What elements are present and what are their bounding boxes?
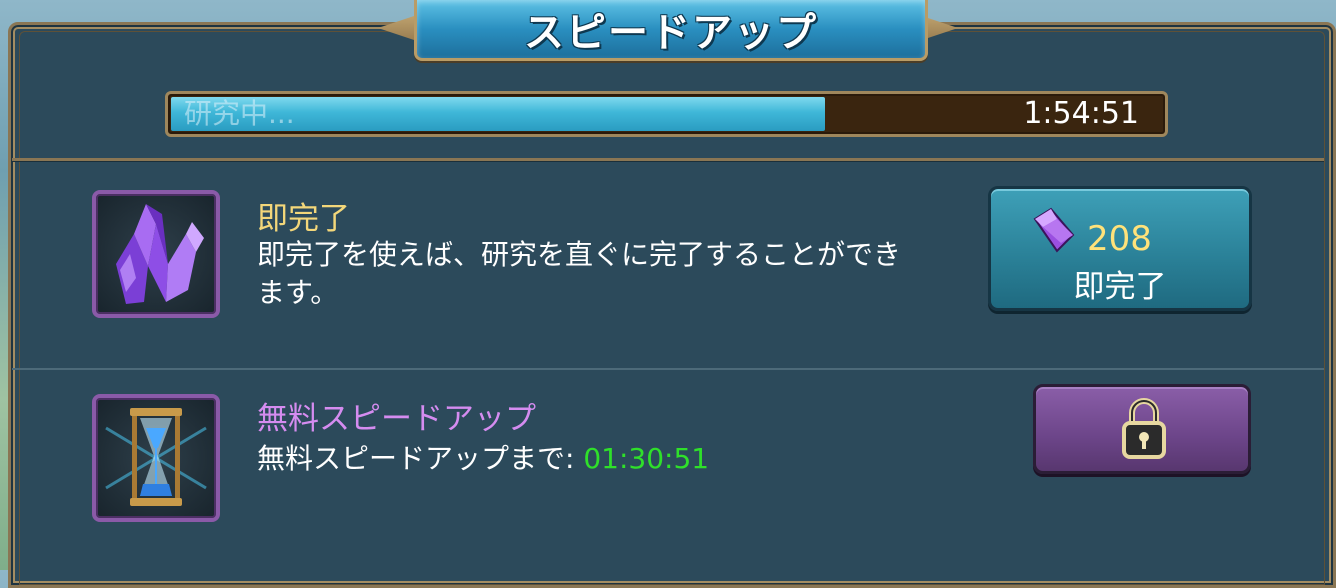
title-plate: スピードアップ [414,0,928,61]
lock-icon [1122,398,1166,459]
research-progress-bar: 研究中... 1:54:51 [165,91,1168,137]
instant-complete-item-icon [92,190,220,318]
purple-crystal-icon [116,204,204,304]
gem-icon [1033,207,1075,253]
free-speedup-countdown: 01:30:51 [583,442,710,475]
free-speedup-locked-button[interactable] [1033,384,1251,474]
free-speedup-description-text: 無料スピードアップまで: [257,442,584,475]
page-title: スピードアップ [524,10,818,56]
instant-complete-cost: 208 [1087,219,1152,259]
progress-time-remaining: 1:54:51 [1023,96,1139,131]
hourglass-icon [105,408,207,506]
row-divider [12,368,1324,370]
free-speedup-item-icon [92,394,220,522]
instant-complete-description-line2: ます。 [257,276,339,309]
instant-complete-button-label: 即完了 [1073,269,1167,305]
section-divider [12,158,1324,161]
free-speedup-description: 無料スピードアップまで: 01:30:51 [257,440,709,478]
instant-complete-title: 即完了 [257,201,350,237]
title-banner: スピードアップ [378,0,958,62]
instant-complete-description: 即完了を使えば、研究を直ぐに完了することができ ます。 [257,236,901,312]
instant-complete-description-line1: 即完了を使えば、研究を直ぐに完了することができ [257,238,902,271]
free-speedup-title: 無料スピードアップ [257,401,536,437]
progress-label: 研究中... [184,97,295,130]
instant-complete-button[interactable]: 208 即完了 [988,186,1252,311]
